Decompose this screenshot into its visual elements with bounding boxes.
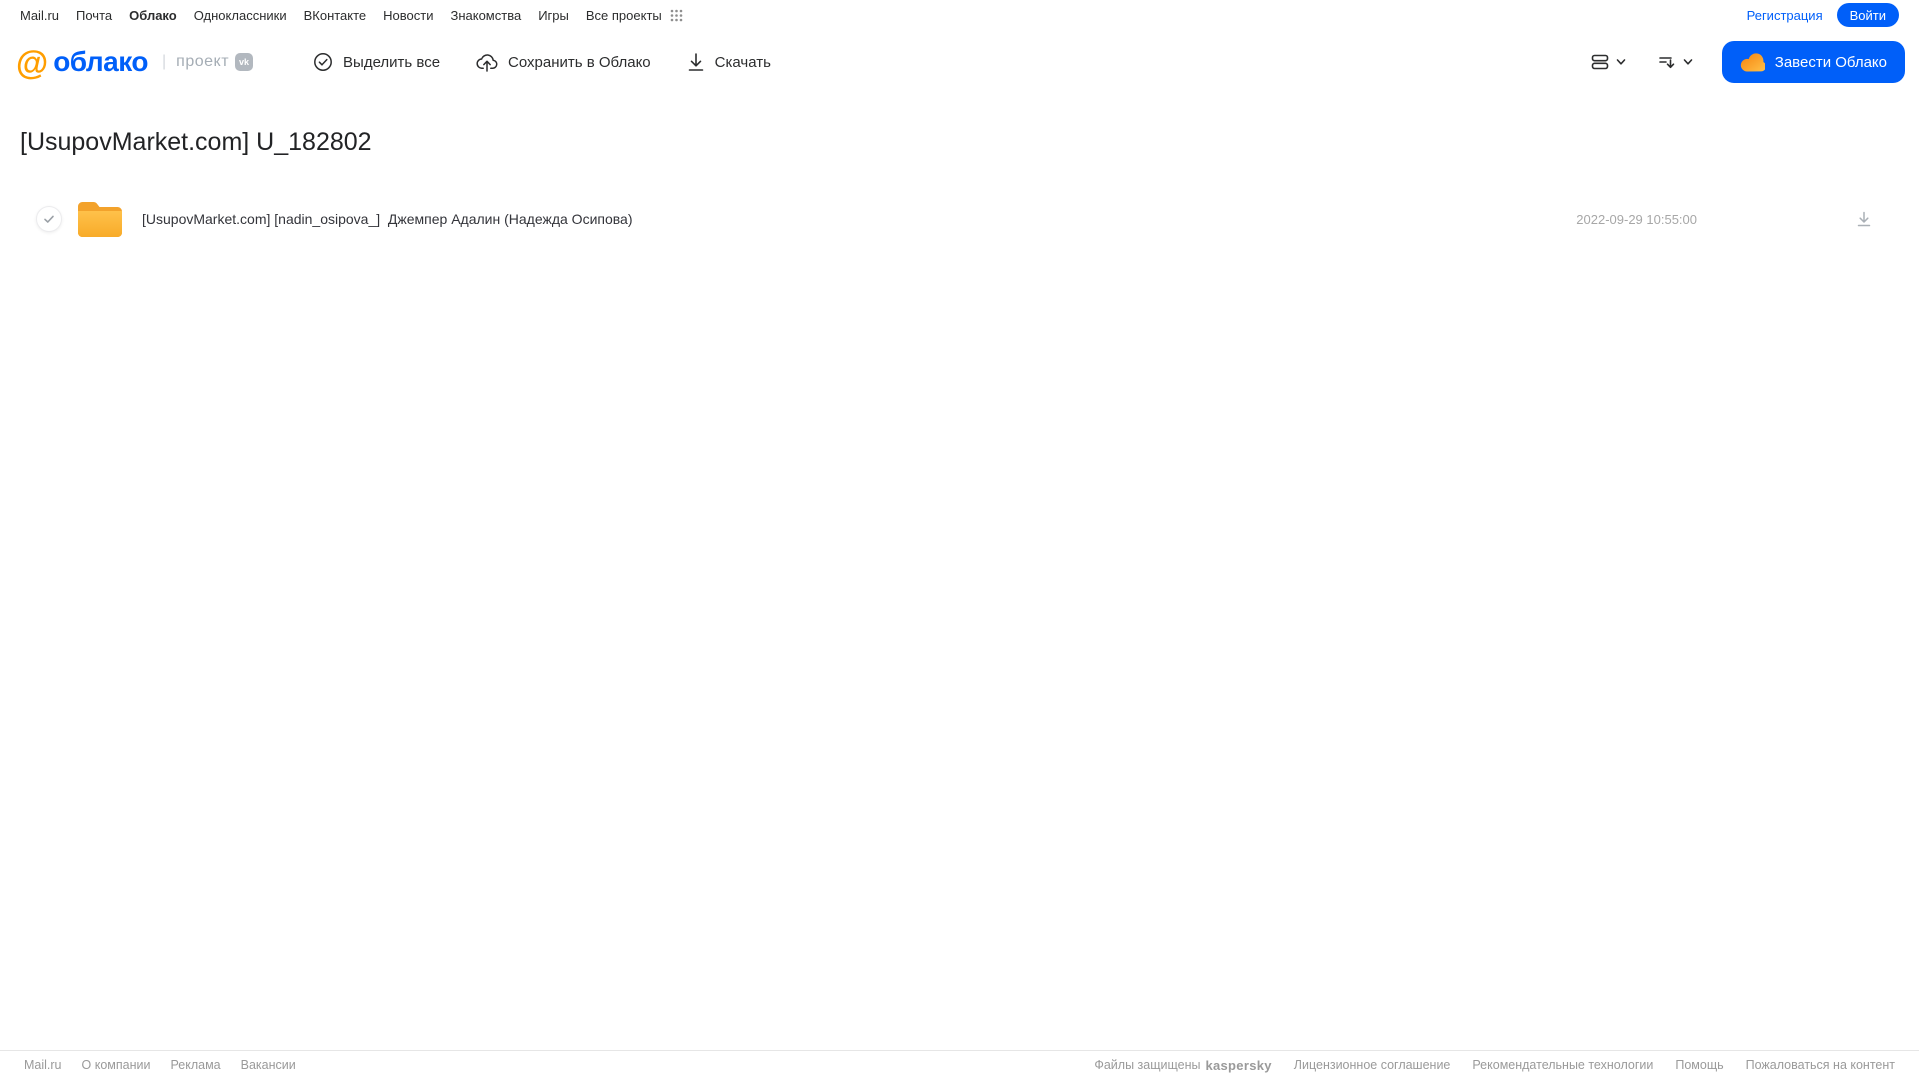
- vk-badge-icon: vk: [235, 53, 254, 71]
- sort-icon: [1657, 52, 1677, 72]
- download-all-button[interactable]: Скачать: [687, 52, 771, 72]
- footer-link-ads[interactable]: Реклама: [170, 1058, 220, 1072]
- page-footer: Mail.ru О компании Реклама Вакансии Файл…: [0, 1050, 1919, 1079]
- footer-link-help[interactable]: Помощь: [1675, 1058, 1723, 1072]
- portal-link-all-projects[interactable]: Все проекты: [586, 8, 662, 23]
- footer-link-jobs[interactable]: Вакансии: [241, 1058, 296, 1072]
- portal-link-oblako[interactable]: Облако: [129, 8, 177, 23]
- portal-link-vkontakte[interactable]: ВКонтакте: [304, 8, 367, 23]
- logo-divider: |: [162, 53, 167, 70]
- kaspersky-logo[interactable]: kaspersky: [1205, 1058, 1271, 1073]
- file-date: 2022-09-29 10:55:00: [1576, 211, 1697, 227]
- footer-link-report[interactable]: Пожаловаться на контент: [1746, 1058, 1895, 1072]
- row-checkbox[interactable]: [36, 206, 62, 232]
- portal-link-novosti[interactable]: Новости: [383, 8, 433, 23]
- save-to-cloud-label: Сохранить в Облако: [508, 53, 651, 71]
- portal-link-igry[interactable]: Игры: [538, 8, 569, 23]
- file-name-link[interactable]: [UsupovMarket.com] [nadin_osipova_] Джем…: [142, 211, 632, 227]
- sort-button[interactable]: [1651, 46, 1700, 78]
- header-right-controls: Завести Облако: [1584, 41, 1905, 83]
- chevron-down-icon: [1682, 56, 1694, 68]
- file-toolbar: Выделить все Сохранить в Облако Скачать: [313, 52, 771, 72]
- footer-left-links: Mail.ru О компании Реклама Вакансии: [24, 1058, 296, 1072]
- chevron-down-icon: [1615, 56, 1627, 68]
- row-download-button[interactable]: [1855, 210, 1873, 228]
- all-projects-grid-icon[interactable]: [670, 9, 683, 22]
- cloud-logo-text: облако: [53, 46, 148, 77]
- file-list: [UsupovMarket.com] [nadin_osipova_] Джем…: [20, 195, 1899, 243]
- get-cloud-label: Завести Облако: [1774, 53, 1887, 71]
- protected-label: Файлы защищены: [1094, 1058, 1201, 1072]
- kaspersky-protection: Файлы защищены kaspersky: [1094, 1058, 1271, 1073]
- portal-link-pochta[interactable]: Почта: [76, 8, 112, 23]
- list-view-icon: [1590, 52, 1610, 72]
- cloud-logo[interactable]: @ облако | проект vk: [16, 43, 254, 81]
- portal-link-mailru[interactable]: Mail.ru: [20, 8, 59, 23]
- cloud-upload-icon: [476, 52, 498, 72]
- public-folder-view: [UsupovMarket.com] U_182802 [UsupovMarke…: [0, 128, 1919, 243]
- file-row[interactable]: [UsupovMarket.com] [nadin_osipova_] Джем…: [20, 195, 1899, 243]
- portal-link-odnoklassniki[interactable]: Одноклассники: [194, 8, 287, 23]
- orange-cloud-icon: [1740, 52, 1765, 72]
- footer-link-recommendations[interactable]: Рекомендательные технологии: [1472, 1058, 1653, 1072]
- portal-link-znakomstva[interactable]: Знакомства: [450, 8, 521, 23]
- select-all-label: Выделить все: [343, 53, 441, 71]
- project-label: проект: [176, 53, 230, 70]
- view-mode-button[interactable]: [1584, 46, 1633, 78]
- download-icon: [687, 52, 705, 72]
- folder-icon: [78, 201, 122, 237]
- get-cloud-button[interactable]: Завести Облако: [1721, 41, 1905, 83]
- footer-right-links: Файлы защищены kaspersky Лицензионное со…: [1094, 1058, 1895, 1073]
- portal-topbar: Mail.ru Почта Облако Одноклассники ВКонт…: [0, 0, 1919, 28]
- topbar-auth: Регистрация Войти: [1747, 3, 1899, 27]
- mailru-at-icon: @: [16, 43, 48, 81]
- footer-link-license[interactable]: Лицензионное соглашение: [1294, 1058, 1451, 1072]
- registration-link[interactable]: Регистрация: [1747, 8, 1823, 23]
- login-button[interactable]: Войти: [1836, 3, 1899, 27]
- portal-links: Mail.ru Почта Облако Одноклассники ВКонт…: [20, 8, 662, 23]
- footer-link-company[interactable]: О компании: [82, 1058, 151, 1072]
- cloud-header: @ облако | проект vk Выделить все Сохран…: [0, 28, 1919, 96]
- footer-link-mailru[interactable]: Mail.ru: [24, 1058, 62, 1072]
- save-to-cloud-button[interactable]: Сохранить в Облако: [476, 52, 651, 72]
- select-all-button[interactable]: Выделить все: [313, 52, 440, 72]
- check-circle-icon: [313, 52, 333, 72]
- download-label: Скачать: [714, 53, 771, 71]
- page-title: [UsupovMarket.com] U_182802: [20, 128, 372, 156]
